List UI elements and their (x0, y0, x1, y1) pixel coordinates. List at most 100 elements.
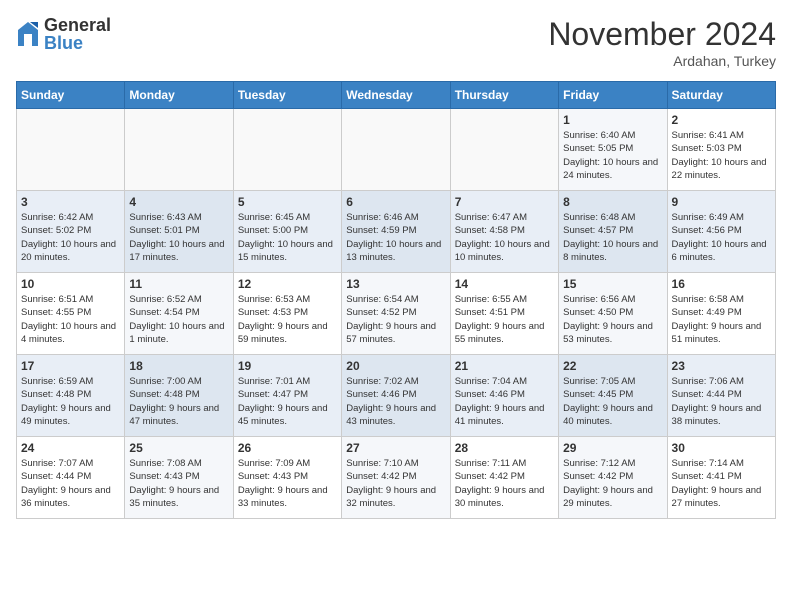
day-number: 30 (672, 441, 771, 455)
day-number: 10 (21, 277, 120, 291)
day-info: Sunrise: 6:58 AM Sunset: 4:49 PM Dayligh… (672, 293, 771, 346)
title-block: November 2024 Ardahan, Turkey (548, 16, 776, 69)
day-info: Sunrise: 6:42 AM Sunset: 5:02 PM Dayligh… (21, 211, 120, 264)
table-cell: 10 Sunrise: 6:51 AM Sunset: 4:55 PM Dayli… (17, 273, 125, 355)
calendar-row: 1 Sunrise: 6:40 AM Sunset: 5:05 PM Daylig… (17, 109, 776, 191)
day-info: Sunrise: 6:55 AM Sunset: 4:51 PM Dayligh… (455, 293, 554, 346)
location: Ardahan, Turkey (548, 53, 776, 69)
header-sunday: Sunday (17, 82, 125, 109)
table-cell: 29 Sunrise: 7:12 AM Sunset: 4:42 PM Dayli… (559, 437, 667, 519)
table-cell: 20 Sunrise: 7:02 AM Sunset: 4:46 PM Dayli… (342, 355, 450, 437)
logo-icon (16, 20, 40, 48)
table-cell: 24 Sunrise: 7:07 AM Sunset: 4:44 PM Dayli… (17, 437, 125, 519)
header: General Blue November 2024 Ardahan, Turk… (16, 16, 776, 69)
day-number: 27 (346, 441, 445, 455)
day-number: 15 (563, 277, 662, 291)
day-info: Sunrise: 6:52 AM Sunset: 4:54 PM Dayligh… (129, 293, 228, 346)
day-number: 12 (238, 277, 337, 291)
day-number: 4 (129, 195, 228, 209)
calendar-row: 3 Sunrise: 6:42 AM Sunset: 5:02 PM Daylig… (17, 191, 776, 273)
day-number: 22 (563, 359, 662, 373)
day-info: Sunrise: 6:43 AM Sunset: 5:01 PM Dayligh… (129, 211, 228, 264)
day-info: Sunrise: 7:01 AM Sunset: 4:47 PM Dayligh… (238, 375, 337, 428)
day-info: Sunrise: 7:08 AM Sunset: 4:43 PM Dayligh… (129, 457, 228, 510)
table-cell: 11 Sunrise: 6:52 AM Sunset: 4:54 PM Dayli… (125, 273, 233, 355)
table-cell (233, 109, 341, 191)
day-info: Sunrise: 6:53 AM Sunset: 4:53 PM Dayligh… (238, 293, 337, 346)
day-number: 26 (238, 441, 337, 455)
day-number: 18 (129, 359, 228, 373)
table-cell: 22 Sunrise: 7:05 AM Sunset: 4:45 PM Dayli… (559, 355, 667, 437)
day-info: Sunrise: 7:12 AM Sunset: 4:42 PM Dayligh… (563, 457, 662, 510)
logo: General Blue (16, 16, 111, 52)
table-cell: 9Sunrise: 6:49 AM Sunset: 4:56 PM Daylig… (667, 191, 775, 273)
header-saturday: Saturday (667, 82, 775, 109)
month-title: November 2024 (548, 16, 776, 53)
day-info: Sunrise: 7:04 AM Sunset: 4:46 PM Dayligh… (455, 375, 554, 428)
calendar-row: 10 Sunrise: 6:51 AM Sunset: 4:55 PM Dayli… (17, 273, 776, 355)
weekday-header-row: Sunday Monday Tuesday Wednesday Thursday… (17, 82, 776, 109)
table-cell: 2 Sunrise: 6:41 AM Sunset: 5:03 PM Daylig… (667, 109, 775, 191)
day-number: 19 (238, 359, 337, 373)
table-cell: 21 Sunrise: 7:04 AM Sunset: 4:46 PM Dayli… (450, 355, 558, 437)
day-info: Sunrise: 7:14 AM Sunset: 4:41 PM Dayligh… (672, 457, 771, 510)
day-info: Sunrise: 6:51 AM Sunset: 4:55 PM Dayligh… (21, 293, 120, 346)
day-info: Sunrise: 6:54 AM Sunset: 4:52 PM Dayligh… (346, 293, 445, 346)
day-info: Sunrise: 7:10 AM Sunset: 4:42 PM Dayligh… (346, 457, 445, 510)
day-number: 3 (21, 195, 120, 209)
table-cell (17, 109, 125, 191)
header-tuesday: Tuesday (233, 82, 341, 109)
header-friday: Friday (559, 82, 667, 109)
table-cell (450, 109, 558, 191)
table-cell (125, 109, 233, 191)
day-number: 16 (672, 277, 771, 291)
table-cell: 1 Sunrise: 6:40 AM Sunset: 5:05 PM Daylig… (559, 109, 667, 191)
day-number: 25 (129, 441, 228, 455)
day-info: Sunrise: 7:09 AM Sunset: 4:43 PM Dayligh… (238, 457, 337, 510)
day-number: 14 (455, 277, 554, 291)
day-number: 28 (455, 441, 554, 455)
table-cell: 5Sunrise: 6:45 AM Sunset: 5:00 PM Daylig… (233, 191, 341, 273)
table-cell: 18Sunrise: 7:00 AM Sunset: 4:48 PM Dayli… (125, 355, 233, 437)
day-number: 24 (21, 441, 120, 455)
day-info: Sunrise: 7:07 AM Sunset: 4:44 PM Dayligh… (21, 457, 120, 510)
header-monday: Monday (125, 82, 233, 109)
day-number: 17 (21, 359, 120, 373)
table-cell: 13Sunrise: 6:54 AM Sunset: 4:52 PM Dayli… (342, 273, 450, 355)
page-container: General Blue November 2024 Ardahan, Turk… (16, 16, 776, 519)
table-cell: 6Sunrise: 6:46 AM Sunset: 4:59 PM Daylig… (342, 191, 450, 273)
table-cell: 16 Sunrise: 6:58 AM Sunset: 4:49 PM Dayli… (667, 273, 775, 355)
table-cell: 3 Sunrise: 6:42 AM Sunset: 5:02 PM Daylig… (17, 191, 125, 273)
day-number: 11 (129, 277, 228, 291)
day-info: Sunrise: 6:47 AM Sunset: 4:58 PM Dayligh… (455, 211, 554, 264)
table-cell: 30 Sunrise: 7:14 AM Sunset: 4:41 PM Dayli… (667, 437, 775, 519)
day-number: 29 (563, 441, 662, 455)
day-info: Sunrise: 6:41 AM Sunset: 5:03 PM Dayligh… (672, 129, 771, 182)
logo-text: General Blue (44, 16, 111, 52)
day-number: 21 (455, 359, 554, 373)
table-cell: 4 Sunrise: 6:43 AM Sunset: 5:01 PM Daylig… (125, 191, 233, 273)
day-number: 20 (346, 359, 445, 373)
table-cell: 14 Sunrise: 6:55 AM Sunset: 4:51 PM Dayli… (450, 273, 558, 355)
day-info: Sunrise: 6:46 AM Sunset: 4:59 PM Dayligh… (346, 211, 445, 264)
table-cell: 17Sunrise: 6:59 AM Sunset: 4:48 PM Dayli… (17, 355, 125, 437)
header-thursday: Thursday (450, 82, 558, 109)
table-cell: 15 Sunrise: 6:56 AM Sunset: 4:50 PM Dayli… (559, 273, 667, 355)
table-cell: 25 Sunrise: 7:08 AM Sunset: 4:43 PM Dayli… (125, 437, 233, 519)
table-cell: 12 Sunrise: 6:53 AM Sunset: 4:53 PM Dayli… (233, 273, 341, 355)
day-info: Sunrise: 6:48 AM Sunset: 4:57 PM Dayligh… (563, 211, 662, 264)
day-info: Sunrise: 7:11 AM Sunset: 4:42 PM Dayligh… (455, 457, 554, 510)
day-number: 9 (672, 195, 771, 209)
day-info: Sunrise: 7:05 AM Sunset: 4:45 PM Dayligh… (563, 375, 662, 428)
table-cell: 26 Sunrise: 7:09 AM Sunset: 4:43 PM Dayli… (233, 437, 341, 519)
logo-blue: Blue (44, 34, 111, 52)
day-info: Sunrise: 6:40 AM Sunset: 5:05 PM Dayligh… (563, 129, 662, 182)
table-cell: 19 Sunrise: 7:01 AM Sunset: 4:47 PM Dayli… (233, 355, 341, 437)
table-cell (342, 109, 450, 191)
day-number: 1 (563, 113, 662, 127)
day-info: Sunrise: 6:56 AM Sunset: 4:50 PM Dayligh… (563, 293, 662, 346)
table-cell: 23Sunrise: 7:06 AM Sunset: 4:44 PM Dayli… (667, 355, 775, 437)
day-number: 8 (563, 195, 662, 209)
day-info: Sunrise: 7:02 AM Sunset: 4:46 PM Dayligh… (346, 375, 445, 428)
day-number: 2 (672, 113, 771, 127)
